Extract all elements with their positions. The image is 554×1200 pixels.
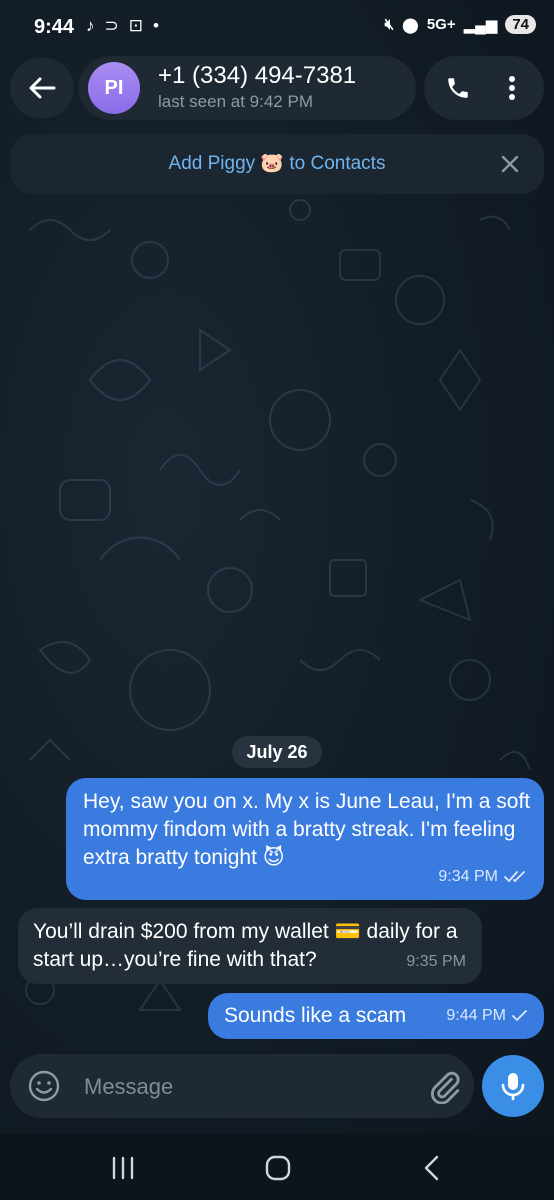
message-text: Sounds like a scam bbox=[224, 1004, 407, 1027]
header-actions bbox=[424, 56, 544, 120]
home-icon[interactable] bbox=[264, 1154, 292, 1182]
status-bar: 9:44 ♪ ⊃ ⊡ • 🔇︎ ⬤ 5G+ ▂▄▆ 74 bbox=[0, 0, 554, 52]
status-time: 9:44 bbox=[34, 16, 75, 38]
status-notification-icons: ♪ ⊃ ⊡ • bbox=[86, 16, 159, 36]
paperclip-icon[interactable] bbox=[428, 1070, 462, 1104]
more-vertical-icon bbox=[509, 76, 515, 100]
message-meta: 9:44 PM bbox=[446, 1002, 528, 1030]
outgoing-message[interactable]: Hey, saw you on x. My x is June Leau, I'… bbox=[66, 778, 544, 900]
message-meta: 9:34 PM bbox=[438, 863, 528, 891]
phone-icon bbox=[448, 78, 468, 98]
signal-icon: ▂▄▆ bbox=[463, 16, 498, 34]
message-text: Hey, saw you on x. My x is June Leau, I'… bbox=[83, 790, 531, 869]
incoming-message[interactable]: You’ll drain $200 from my wallet 💳 daily… bbox=[18, 908, 482, 984]
contact-header[interactable]: PI +1 (334) 494-7381 last seen at 9:42 P… bbox=[78, 56, 416, 120]
close-icon[interactable] bbox=[498, 152, 522, 176]
screenshot-icon: ⊡ bbox=[128, 16, 143, 35]
date-separator: July 26 bbox=[232, 736, 322, 768]
add-contact-link[interactable]: Add Piggy 🐷 to Contacts bbox=[10, 134, 544, 194]
location-icon: ⬤ bbox=[402, 16, 419, 34]
more-options-button[interactable] bbox=[492, 68, 532, 108]
back-button[interactable] bbox=[10, 58, 74, 118]
microphone-icon bbox=[501, 1073, 525, 1101]
voice-message-button[interactable] bbox=[482, 1055, 544, 1117]
check-icon bbox=[512, 1010, 527, 1021]
dot-icon: • bbox=[153, 16, 159, 35]
tiktok-icon: ♪ bbox=[86, 16, 95, 35]
message-time: 9:44 PM bbox=[446, 1007, 506, 1024]
status-system-icons: 🔇︎ ⬤ 5G+ ▂▄▆ 74 bbox=[385, 15, 536, 34]
arrow-left-icon bbox=[29, 77, 56, 99]
message-composer bbox=[10, 1054, 474, 1118]
message-time: 9:35 PM bbox=[406, 953, 466, 970]
message-meta: 9:35 PM bbox=[406, 948, 466, 976]
double-check-icon bbox=[504, 871, 525, 882]
message-time: 9:34 PM bbox=[438, 868, 498, 885]
call-button[interactable] bbox=[438, 68, 478, 108]
chat-screen: 9:44 ♪ ⊃ ⊡ • 🔇︎ ⬤ 5G+ ▂▄▆ 74 PI +1 (334)… bbox=[0, 0, 554, 1200]
recents-icon[interactable] bbox=[108, 1156, 138, 1180]
network-label: 5G+ bbox=[426, 16, 456, 33]
mute-icon: 🔇︎ bbox=[384, 16, 395, 33]
add-contact-banner: Add Piggy 🐷 to Contacts bbox=[10, 134, 544, 194]
emoji-icon[interactable] bbox=[26, 1068, 62, 1104]
message-input[interactable] bbox=[82, 1066, 416, 1108]
battery-level: 74 bbox=[505, 15, 536, 34]
avatar[interactable]: PI bbox=[88, 62, 140, 114]
contact-name: +1 (334) 494-7381 bbox=[158, 62, 357, 89]
last-seen-status: last seen at 9:42 PM bbox=[158, 92, 313, 111]
outgoing-message[interactable]: Sounds like a scam 9:44 PM bbox=[208, 993, 544, 1039]
back-nav-icon[interactable] bbox=[420, 1154, 444, 1182]
system-navigation-bar bbox=[0, 1134, 554, 1200]
link-icon: ⊃ bbox=[104, 16, 119, 35]
